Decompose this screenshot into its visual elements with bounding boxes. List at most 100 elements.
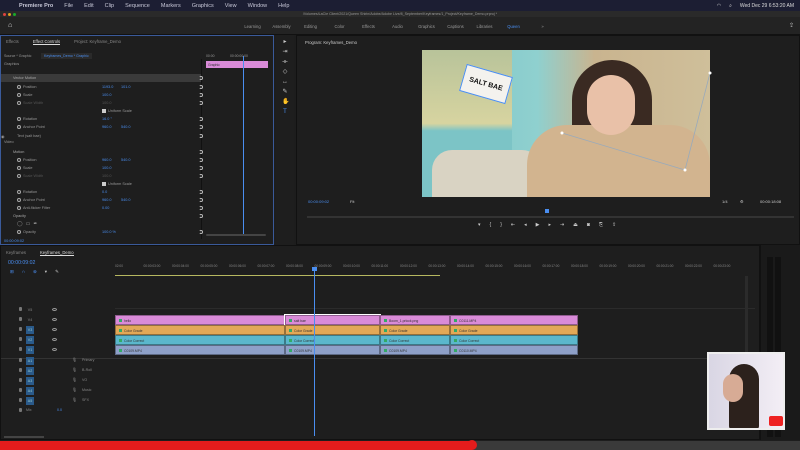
ec-playhead[interactable]	[243, 56, 244, 236]
effect-row[interactable]: Text (salt bae) ◉	[1, 132, 203, 140]
lock-icon[interactable]	[19, 368, 22, 372]
timeline-clip[interactable]: Color Grade	[380, 325, 450, 335]
property-value-2[interactable]: 101.0	[121, 85, 131, 89]
property-value[interactable]: 16.0 °	[102, 117, 112, 121]
stopwatch-icon[interactable]	[17, 158, 21, 162]
source-label[interactable]: Source * Graphic	[4, 54, 31, 58]
mix-value[interactable]: 0.0	[57, 408, 62, 412]
workspace-assembly[interactable]: Assembly	[267, 24, 296, 29]
workspace-queen[interactable]: Queen	[499, 24, 528, 29]
reset-icon[interactable]	[199, 150, 203, 154]
lock-icon[interactable]	[19, 408, 22, 412]
effect-row[interactable]: Opacity	[1, 212, 203, 220]
extract-icon[interactable]: ⎘	[599, 222, 603, 228]
property-value[interactable]: 960.0	[102, 125, 112, 129]
property-value[interactable]: 0.0	[102, 190, 107, 194]
go-to-out-icon[interactable]: ⇥	[560, 222, 564, 228]
workspace-captions[interactable]: Captions	[441, 24, 470, 29]
fx-section-label[interactable]: Opacity	[13, 214, 26, 218]
timeline-clip[interactable]: C0109.MP4	[115, 345, 285, 355]
menu-edit[interactable]: Edit	[84, 3, 93, 9]
menu-sequence[interactable]: Sequence	[125, 3, 150, 9]
stopwatch-icon[interactable]	[17, 190, 21, 194]
clock-text[interactable]: Wed Dec 29 6:53:20 AM	[740, 3, 794, 9]
mic-icon[interactable]: 🎙	[72, 397, 77, 402]
fx-section-label[interactable]: Vector Motion	[13, 76, 36, 80]
stopwatch-icon[interactable]	[17, 230, 21, 234]
effect-row[interactable]: Position 960.0 540.0	[1, 156, 203, 164]
timeline-clip[interactable]: Color Grade	[450, 325, 578, 335]
marker-icon[interactable]: ▾	[478, 222, 481, 228]
razor-icon[interactable]: ◇	[282, 69, 288, 75]
stopwatch-icon[interactable]	[17, 93, 21, 97]
linked-icon[interactable]: ⊗	[33, 269, 37, 275]
eye-icon[interactable]	[52, 307, 57, 311]
workspace-editing[interactable]: Editing	[296, 24, 325, 29]
reset-icon[interactable]	[199, 174, 203, 178]
ec-zoom-scrollbar[interactable]	[206, 234, 266, 236]
export-icon[interactable]: ⇪	[612, 222, 616, 228]
reset-icon[interactable]	[199, 198, 203, 202]
property-value[interactable]: 1193.0	[102, 85, 113, 89]
workspace-audio[interactable]: Audio	[383, 24, 412, 29]
track-target[interactable]: A3	[26, 377, 34, 385]
tab-keyframes[interactable]: Keyframes	[6, 250, 26, 256]
timeline-clip[interactable]: hello	[115, 315, 285, 325]
lock-icon[interactable]	[19, 317, 22, 321]
eye-icon[interactable]	[52, 317, 57, 321]
property-value[interactable]: 100.0	[102, 166, 112, 170]
effect-row[interactable]: Opacity 100.0 %	[1, 228, 203, 236]
track-target[interactable]: A1	[26, 357, 34, 365]
text-layer-label[interactable]: Text (salt bae)	[17, 134, 41, 138]
pen-mask-icon[interactable]: ✒	[33, 221, 40, 227]
camera-icon[interactable]: ◙	[587, 222, 590, 228]
add-marker-icon[interactable]: ▾	[45, 269, 47, 275]
effect-row[interactable]: Uniform Scale	[1, 180, 201, 188]
workspace-learning[interactable]: Learning	[238, 24, 267, 29]
program-timecode[interactable]: 00:00:09:02	[308, 199, 329, 204]
track-target[interactable]: V5	[26, 306, 34, 314]
clip-selector[interactable]: Keyframes_Demo * Graphic	[41, 53, 92, 59]
timeline-clip[interactable]: C0109.MP4	[380, 345, 450, 355]
eye-icon[interactable]	[52, 347, 57, 351]
property-value[interactable]: 0.00	[102, 206, 109, 210]
subscribe-icon[interactable]	[769, 416, 783, 426]
ec-timecode[interactable]: 00:00:09:02	[4, 239, 24, 243]
reset-icon[interactable]	[199, 214, 203, 218]
reset-icon[interactable]	[199, 230, 203, 234]
track-select-icon[interactable]: ⇥	[282, 49, 288, 55]
go-to-in-icon[interactable]: ⇤	[511, 222, 515, 228]
tab-keyframes-demo[interactable]: Keyframes_Demo	[40, 250, 74, 256]
video-progress-bar[interactable]	[0, 440, 800, 450]
resolution-dropdown[interactable]: 1/4	[722, 199, 728, 204]
program-playhead[interactable]	[545, 209, 549, 213]
tab-effects[interactable]: Effects	[6, 39, 19, 45]
track-target[interactable]: A4	[26, 387, 34, 395]
track-target[interactable]: V2	[26, 336, 34, 344]
mic-icon[interactable]: 🎙	[72, 357, 77, 362]
menu-view[interactable]: View	[225, 3, 237, 9]
menu-clip[interactable]: Clip	[105, 3, 114, 9]
timeline-clip[interactable]: Color Grade	[285, 325, 380, 335]
reset-icon[interactable]	[199, 85, 203, 89]
effect-row[interactable]: Motion	[1, 148, 203, 156]
home-icon[interactable]: ⌂	[8, 22, 12, 29]
reset-icon[interactable]	[199, 101, 203, 105]
wrench-icon[interactable]: ⚙	[740, 199, 744, 204]
timeline-clip[interactable]: Color Grade	[115, 325, 285, 335]
lift-icon[interactable]: ⏏	[573, 222, 578, 228]
tab-effect-controls[interactable]: Effect Controls	[32, 39, 61, 45]
reset-icon[interactable]	[199, 166, 203, 170]
timeline-timecode[interactable]: 00:00:09:02	[8, 260, 35, 266]
mark-out-icon[interactable]: }	[500, 222, 502, 228]
track-target[interactable]: V1	[26, 346, 34, 354]
lock-icon[interactable]	[19, 337, 22, 341]
effect-row[interactable]: Scale 100.0	[1, 91, 203, 99]
property-value[interactable]: 100.0	[102, 93, 112, 97]
selection-tool-icon[interactable]: ▸	[282, 39, 288, 45]
stopwatch-icon[interactable]	[17, 117, 21, 121]
reset-icon[interactable]	[199, 125, 203, 129]
lock-icon[interactable]	[19, 358, 22, 362]
lock-icon[interactable]	[19, 378, 22, 382]
effect-row[interactable]: Anti-flicker Filter 0.00	[1, 204, 203, 212]
